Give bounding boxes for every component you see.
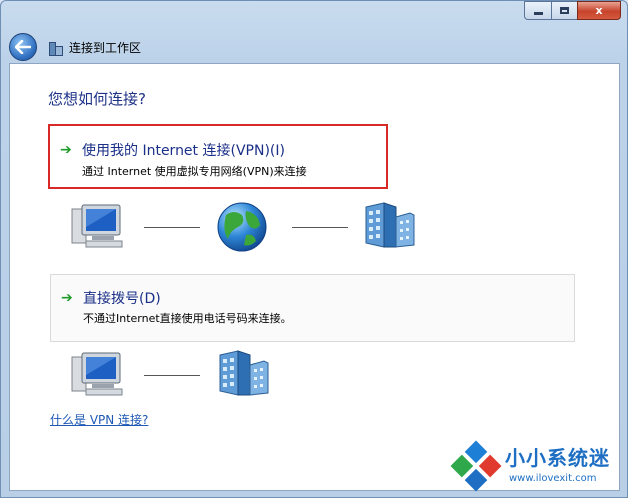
computer-icon — [71, 204, 123, 248]
minimize-button[interactable] — [524, 1, 551, 20]
office-building-icon — [365, 202, 415, 248]
vpn-help-link[interactable]: 什么是 VPN 连接? — [50, 411, 148, 428]
option-dial[interactable]: ➔ 直接拨号(D) 不通过Internet直接使用电话号码来连接。 — [50, 274, 575, 342]
option-dial-description: 不通过Internet直接使用电话号码来连接。 — [83, 312, 292, 325]
navigation-bar: 连接到工作区 — [9, 31, 141, 63]
minimize-icon — [533, 12, 543, 15]
connection-line — [144, 375, 200, 376]
maximize-icon — [560, 7, 569, 14]
option-vpn-description: 通过 Internet 使用虚拟专用网络(VPN)来连接 — [82, 165, 307, 178]
watermark-url: www.ilovexit.com — [509, 473, 597, 484]
connection-line — [292, 227, 348, 228]
wizard-content: 您想如何连接? ➔ 使用我的 Internet 连接(VPN)(I) 通过 In… — [9, 63, 620, 491]
option-dial-title: 直接拨号(D) — [83, 291, 161, 307]
connection-line — [144, 227, 200, 228]
page-question: 您想如何连接? — [48, 90, 146, 108]
back-arrow-icon — [15, 40, 31, 54]
office-building-icon — [219, 350, 269, 396]
dial-diagram — [10, 347, 621, 403]
close-icon: x — [595, 4, 603, 17]
network-buildings-icon — [47, 39, 63, 56]
green-arrow-icon: ➔ — [60, 142, 72, 158]
watermark-logo-icon — [450, 440, 502, 492]
back-button[interactable] — [9, 33, 37, 61]
close-button[interactable]: x — [577, 1, 621, 20]
green-arrow-icon: ➔ — [61, 290, 73, 306]
window-title: 连接到工作区 — [69, 40, 142, 55]
watermark: 小小系统迷 www.ilovexit.com — [449, 439, 625, 495]
vpn-diagram — [10, 199, 621, 255]
caption-buttons: x — [524, 1, 621, 20]
maximize-button[interactable] — [551, 1, 577, 20]
wizard-window: x 连接到工作区 您想如何连接? ➔ 使用我的 Internet 连接(VPN)… — [0, 0, 628, 498]
globe-icon — [217, 202, 267, 252]
option-vpn-title: 使用我的 Internet 连接(VPN)(I) — [82, 143, 285, 159]
watermark-text: 小小系统迷 — [505, 446, 610, 470]
computer-icon — [71, 352, 123, 396]
option-vpn[interactable]: ➔ 使用我的 Internet 连接(VPN)(I) 通过 Internet 使… — [48, 124, 388, 189]
